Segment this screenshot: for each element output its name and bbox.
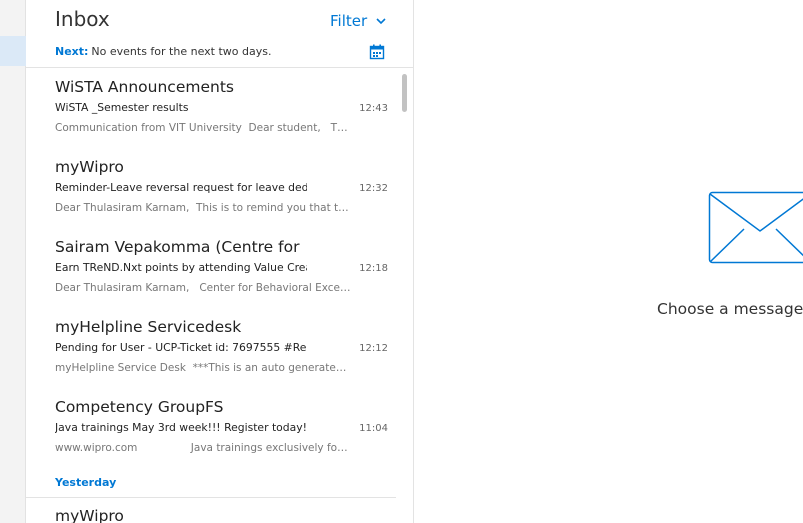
message-time: 12:18 [359, 263, 388, 274]
next-label: Next: [55, 45, 89, 58]
filter-button[interactable]: Filter [330, 12, 386, 30]
message-item[interactable]: myHelpline Servicedesk Pending for User … [26, 308, 396, 388]
message-time: 12:32 [359, 183, 388, 194]
message-sender: WiSTA Announcements [55, 78, 234, 96]
reading-pane: Choose a message t [414, 0, 803, 523]
message-preview: Dear Thulasiram Karnam, Center for Behav… [55, 282, 351, 294]
message-preview: www.wipro.com Java trainings exclusively… [55, 442, 351, 454]
empty-reading-pane-text: Choose a message t [657, 300, 803, 318]
message-item[interactable]: myWipro Reminder-Leave reversal request … [26, 148, 396, 228]
message-list-pane: Inbox Filter Next: No events for the next… [26, 0, 414, 523]
group-header-yesterday: Yesterday [55, 476, 117, 489]
chevron-down-icon [376, 17, 386, 24]
message-list: WiSTA Announcements WiSTA _Semester resu… [26, 68, 396, 468]
list-scrollbar-thumb[interactable] [402, 74, 407, 112]
message-sender: myWipro [55, 158, 124, 176]
message-preview: Communication from VIT University Dear s… [55, 122, 351, 134]
message-sender: Sairam Vepakomma (Centre for ... [55, 238, 305, 256]
next-events-text: No events for the next two days. [91, 45, 272, 58]
message-subject: Reminder-Leave reversal request for leav… [55, 181, 307, 194]
message-item[interactable]: Competency GroupFS Java trainings May 3r… [26, 388, 396, 468]
message-subject: WiSTA _Semester results [55, 101, 189, 114]
message-sender: myHelpline Servicedesk [55, 318, 242, 336]
next-events-row: Next: No events for the next two days. [55, 45, 271, 58]
left-nav-pane [0, 0, 26, 523]
message-subject: Earn TReND.Nxt points by attending Value… [55, 261, 307, 274]
group-divider [26, 497, 396, 498]
envelope-icon [708, 191, 803, 264]
message-item[interactable]: Sairam Vepakomma (Centre for ... Earn TR… [26, 228, 396, 308]
message-time: 12:12 [359, 343, 388, 354]
calendar-icon[interactable] [369, 44, 385, 60]
filter-label: Filter [330, 12, 368, 30]
selected-folder-highlight[interactable] [0, 36, 26, 66]
message-item[interactable]: WiSTA Announcements WiSTA _Semester resu… [26, 68, 396, 148]
message-sender: Competency GroupFS [55, 398, 224, 416]
message-preview: myHelpline Service Desk ***This is an au… [55, 362, 351, 374]
message-subject: Pending for User - UCP-Ticket id: 769755… [55, 341, 307, 354]
folder-title: Inbox [55, 7, 110, 31]
message-time: 12:43 [359, 103, 388, 114]
message-time: 11:04 [359, 423, 388, 434]
message-sender-partial[interactable]: myWipro [55, 507, 124, 523]
message-preview: Dear Thulasiram Karnam, This is to remin… [55, 202, 351, 214]
message-subject: Java trainings May 3rd week!!! Register … [55, 421, 307, 434]
